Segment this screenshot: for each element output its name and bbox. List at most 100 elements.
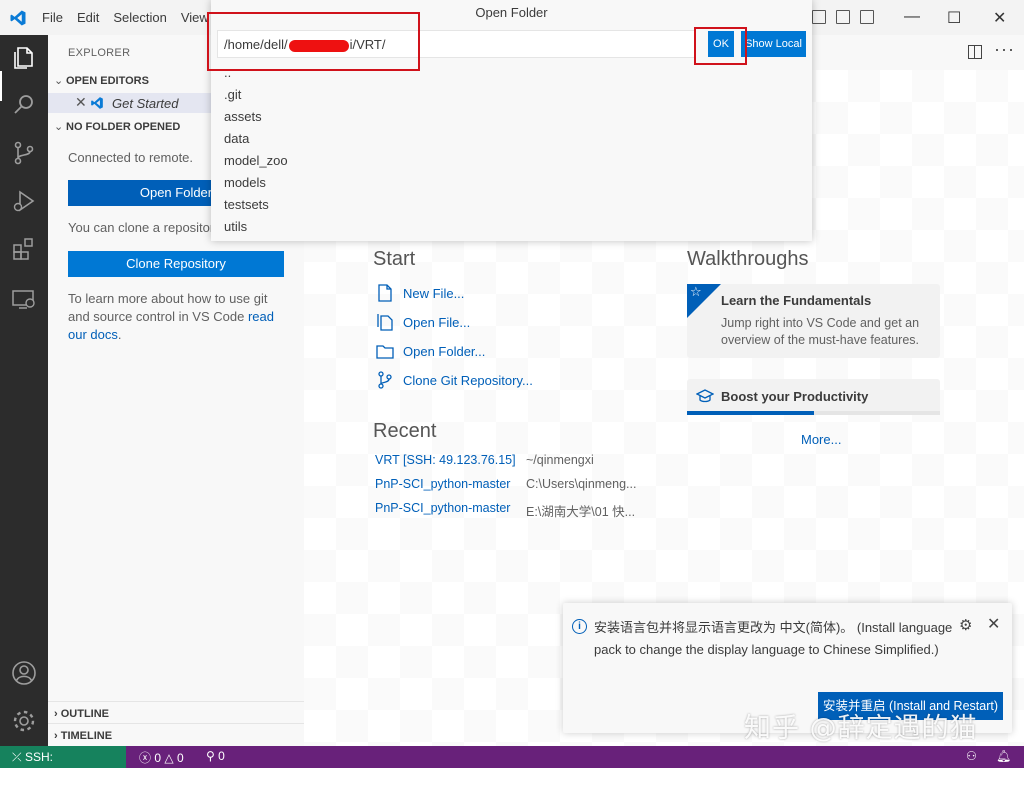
open-editors-label: OPEN EDITORS: [66, 75, 149, 87]
show-local-button[interactable]: Show Local: [741, 31, 806, 57]
watermark: 知乎 @辞定遇的猫: [744, 713, 978, 744]
settings-gear-icon[interactable]: [10, 707, 38, 735]
new-file-link[interactable]: New File...: [375, 282, 464, 304]
accounts-icon[interactable]: [10, 659, 38, 687]
git-info-body: To learn more about how to use git and s…: [68, 291, 268, 324]
chevron-down-icon: ⌄: [54, 75, 64, 87]
chevron-right-icon: ›: [54, 730, 61, 742]
minimize-button[interactable]: —: [904, 8, 920, 26]
recent-heading: Recent: [373, 420, 437, 442]
more-actions-icon[interactable]: ···: [994, 39, 1015, 60]
open-file-link[interactable]: Open File...: [375, 311, 470, 333]
search-icon[interactable]: [10, 91, 38, 119]
timeline-label: TIMELINE: [60, 730, 113, 742]
open-folder-label: Open Folder...: [403, 343, 486, 359]
error-count: 0: [154, 751, 162, 765]
clone-text: You can clone a repository: [68, 220, 221, 235]
bell-icon[interactable]: 🔔︎: [996, 749, 1011, 763]
open-editors-header[interactable]: ⌄ OPEN EDITORS: [54, 74, 149, 87]
folder-item[interactable]: utils: [224, 216, 288, 238]
more-walkthroughs-link[interactable]: More...: [801, 432, 841, 447]
start-heading: Start: [373, 248, 416, 270]
folder-item[interactable]: .git: [224, 84, 288, 106]
remote-icon: ⤫: [12, 750, 25, 764]
outline-header[interactable]: › OUTLINE: [54, 708, 109, 720]
active-indicator: [0, 71, 2, 101]
menu-selection[interactable]: Selection: [113, 10, 166, 25]
accounts-status-icon[interactable]: ⚇: [966, 749, 977, 763]
clone-git-link[interactable]: Clone Git Repository...: [375, 369, 533, 391]
mortarboard-icon: [696, 389, 714, 403]
remote-ssh-indicator[interactable]: ⤫ SSH: 49.123.76.15: [0, 746, 126, 786]
recent-item-name[interactable]: PnP-SCI_python-master: [375, 501, 510, 515]
ports-indicator[interactable]: ⚲ 0: [206, 749, 225, 763]
open-file-icon: [377, 314, 393, 331]
git-info-text: To learn more about how to use git and s…: [68, 290, 284, 344]
recent-item-path: ~/qinmengxi: [526, 453, 594, 467]
walkthrough-productivity[interactable]: Boost your Productivity: [687, 379, 940, 415]
menu-file[interactable]: File: [42, 10, 63, 25]
extensions-icon[interactable]: [10, 235, 38, 263]
progress-fill: [687, 411, 814, 415]
folder-item[interactable]: testsets: [224, 194, 288, 216]
outline-label: OUTLINE: [60, 708, 110, 720]
walkthrough-description: Jump right into VS Code and get an overv…: [721, 316, 920, 347]
open-folder-link[interactable]: Open Folder...: [375, 340, 485, 362]
recent-item-path: C:\Users\qinmeng...: [526, 477, 637, 491]
walkthrough-title: Boost your Productivity: [721, 389, 869, 404]
walkthrough-progress: [687, 411, 940, 415]
walkthrough-fundamentals[interactable]: ☆ Learn the Fundamentals Jump right into…: [687, 284, 940, 358]
remote-explorer-icon[interactable]: [10, 285, 38, 313]
recent-item-name[interactable]: PnP-SCI_python-master: [375, 477, 510, 491]
error-icon: ⓧ: [139, 751, 152, 765]
clone-git-label: Clone Git Repository...: [403, 372, 533, 388]
layout-controls: [812, 10, 874, 24]
notification-message: 安装语言包并将显示语言更改为 中文(简体)。 (Install language…: [594, 620, 953, 657]
run-debug-icon[interactable]: [10, 187, 38, 215]
folder-item[interactable]: model_zoo: [224, 150, 288, 172]
customize-layout-icon[interactable]: [860, 10, 874, 24]
problems-indicator[interactable]: ⓧ 0 △ 0: [139, 749, 184, 766]
annotation-box-path: [207, 12, 420, 71]
timeline-header[interactable]: › TIMELINE: [54, 730, 112, 742]
folder-list: .. .git assets data model_zoo models tes…: [224, 62, 288, 238]
notification-settings-icon[interactable]: ⚙: [959, 616, 972, 634]
open-editor-label: Get Started: [112, 96, 179, 111]
folder-item[interactable]: data: [224, 128, 288, 150]
warning-count: 0: [176, 751, 184, 765]
split-editor-icon[interactable]: [968, 45, 982, 59]
git-branch-icon: [378, 371, 392, 389]
chevron-right-icon: ›: [54, 708, 61, 720]
menu-view[interactable]: View: [181, 10, 209, 25]
folder-icon: [376, 345, 394, 359]
connected-text: Connected to remote.: [68, 150, 194, 165]
maximize-button[interactable]: ☐: [947, 8, 961, 28]
walkthrough-title: Learn the Fundamentals: [721, 293, 872, 308]
star-icon: ☆: [690, 284, 702, 299]
annotation-box-ok: [694, 27, 747, 65]
notification-close-icon[interactable]: ✕: [987, 614, 1000, 634]
recent-item-name[interactable]: VRT [SSH: 49.123.76.15]: [375, 453, 516, 467]
vscode-file-icon: [91, 97, 103, 109]
git-info-end: .: [117, 327, 122, 342]
activity-bar: [0, 35, 48, 746]
toggle-sidebar-icon[interactable]: [836, 10, 850, 24]
open-file-label: Open File...: [403, 314, 471, 330]
menu-edit[interactable]: Edit: [77, 10, 99, 25]
close-editor-icon[interactable]: ✕: [75, 94, 87, 111]
clone-repository-button[interactable]: Clone Repository: [68, 251, 284, 277]
radio-tower-icon: ⚲: [206, 749, 215, 763]
folder-item[interactable]: assets: [224, 106, 288, 128]
close-window-button[interactable]: ✕: [993, 8, 1006, 28]
source-control-icon[interactable]: [10, 139, 38, 167]
no-folder-header[interactable]: ⌄ NO FOLDER OPENED: [54, 120, 180, 133]
toggle-panel-icon[interactable]: [812, 10, 826, 24]
folder-item[interactable]: models: [224, 172, 288, 194]
recent-item-path: E:\湖南大学\01 快...: [526, 505, 636, 519]
explorer-title: EXPLORER: [68, 47, 131, 59]
explorer-icon[interactable]: [10, 43, 38, 71]
no-folder-label: NO FOLDER OPENED: [66, 121, 181, 133]
menu-bar: File Edit Selection View: [42, 10, 223, 25]
new-file-label: New File...: [403, 285, 465, 301]
warning-icon: △: [164, 751, 174, 765]
